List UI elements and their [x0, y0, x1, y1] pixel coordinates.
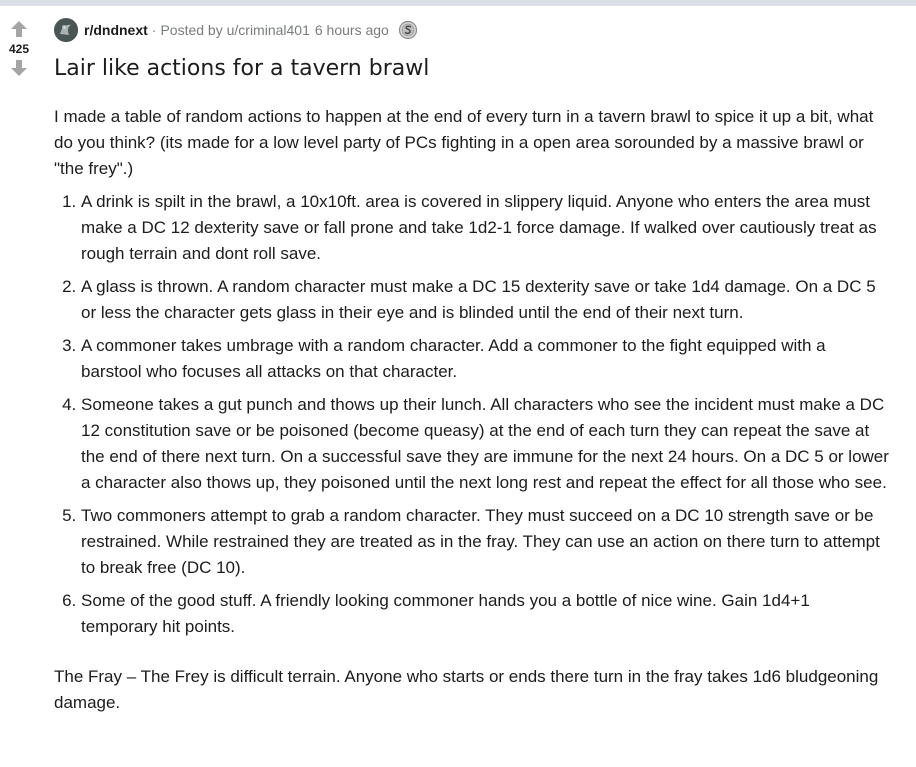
- fray-description: The Fray – The Frey is difficult terrain…: [54, 667, 879, 712]
- subreddit-link[interactable]: r/dndnext: [84, 22, 148, 38]
- post-title[interactable]: Lair like actions for a tavern brawl: [54, 54, 429, 84]
- post-intro: I made a table of random actions to happ…: [54, 107, 874, 178]
- top-border: [0, 0, 916, 6]
- subreddit-avatar-icon[interactable]: [54, 18, 78, 42]
- meta-separator: ·: [151, 22, 157, 38]
- list-item: Some of the good stuff. A friendly looki…: [81, 588, 890, 640]
- upvote-arrow-icon: [11, 21, 27, 37]
- downvote-button[interactable]: [7, 57, 31, 79]
- action-list: A drink is spilt in the brawl, a 10x10ft…: [54, 189, 890, 640]
- silver-award-icon[interactable]: [398, 20, 418, 40]
- list-item: A commoner takes umbrage with a random c…: [81, 333, 890, 385]
- list-item: Two commoners attempt to grab a random c…: [81, 503, 890, 581]
- list-item: Someone takes a gut punch and thows up t…: [81, 392, 890, 496]
- posted-by-link[interactable]: Posted by u/criminal401: [160, 22, 309, 38]
- upvote-button[interactable]: [7, 18, 31, 40]
- post-time: 6 hours ago: [314, 22, 389, 38]
- list-item: A drink is spilt in the brawl, a 10x10ft…: [81, 189, 890, 267]
- list-item: A glass is thrown. A random character mu…: [81, 274, 890, 326]
- downvote-arrow-icon: [11, 60, 27, 76]
- post-body: I made a table of random actions to happ…: [54, 104, 890, 716]
- vote-count: 425: [8, 42, 30, 56]
- vote-column: 425: [0, 18, 38, 79]
- post-meta: r/dndnext · Posted by u/criminal401 6 ho…: [54, 17, 418, 43]
